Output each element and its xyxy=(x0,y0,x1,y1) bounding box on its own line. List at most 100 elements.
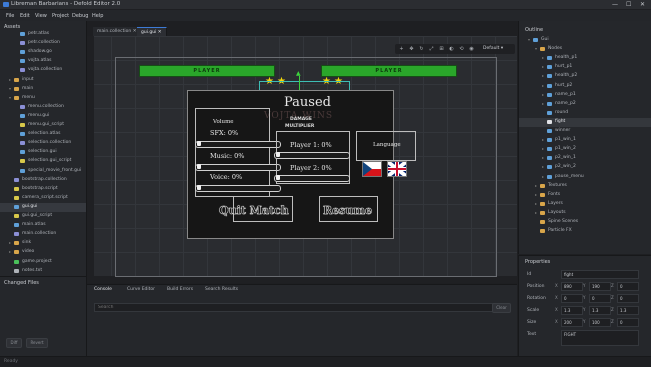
position-z-field[interactable]: 0 xyxy=(617,282,639,291)
collapse-arrow-icon[interactable]: ▸ xyxy=(542,55,544,60)
outline-row[interactable]: ▸ Textures xyxy=(519,182,651,191)
outline-row[interactable]: ▸ hurt_p2 xyxy=(519,82,651,91)
minimize-button[interactable]: — xyxy=(612,1,618,8)
prop-text-field[interactable]: FIGHT xyxy=(561,330,639,346)
collapse-arrow-icon[interactable]: ▸ xyxy=(542,83,544,88)
assets-row[interactable]: petr.atlas xyxy=(0,30,86,39)
tab-build-errors[interactable]: Build Errors xyxy=(167,287,193,292)
outline-row[interactable]: ▸ health_p1 xyxy=(519,54,651,63)
music-slider[interactable] xyxy=(195,164,281,171)
rotation-y-field[interactable]: 0 xyxy=(589,294,611,303)
scale-y-field[interactable]: 1.3 xyxy=(589,306,611,315)
reset-camera-icon[interactable]: ⟲ xyxy=(458,46,465,52)
collapse-arrow-icon[interactable]: ▸ xyxy=(535,192,537,197)
sfx-slider-knob[interactable] xyxy=(197,141,201,146)
tab-curve-editor[interactable]: Curve Editor xyxy=(127,287,155,292)
assets-row[interactable]: ▾ main xyxy=(0,85,86,94)
assets-row[interactable]: notes.txt xyxy=(0,267,86,276)
assets-row[interactable]: special_movie_front.gui xyxy=(0,167,86,176)
outline-row[interactable]: ▾ Nodes xyxy=(519,45,651,54)
assets-row[interactable]: menu.collection xyxy=(0,103,86,112)
rotation-x-field[interactable]: 0 xyxy=(561,294,583,303)
collapse-arrow-icon[interactable]: ▸ xyxy=(535,183,537,188)
console-search-input[interactable] xyxy=(94,303,496,312)
outline-row[interactable]: ▸ health_p2 xyxy=(519,72,651,81)
visibility-icon[interactable]: ◐ xyxy=(448,46,455,52)
outline-row[interactable]: ▸ p2_win_2 xyxy=(519,163,651,172)
outline-row[interactable]: ▸ name_p1 xyxy=(519,91,651,100)
position-y-field[interactable]: 190 xyxy=(589,282,611,291)
outline-row[interactable]: ▸ p2_win_1 xyxy=(519,154,651,163)
outline-row[interactable]: ▸ p1_win_1 xyxy=(519,136,651,145)
assets-row[interactable]: gui.gui xyxy=(0,202,86,212)
assets-row[interactable]: petr.collection xyxy=(0,39,86,48)
add-icon[interactable]: + xyxy=(398,46,405,52)
collapse-arrow-icon[interactable]: ▸ xyxy=(535,210,537,215)
assets-row[interactable]: gui.gui_script xyxy=(0,212,86,221)
camera-icon[interactable]: ◉ xyxy=(468,46,475,52)
grid-icon[interactable]: ⊞ xyxy=(438,46,445,52)
outline-row[interactable]: ▸ Fonts xyxy=(519,191,651,200)
assets-row[interactable]: ▾ menu xyxy=(0,94,86,103)
collapse-arrow-icon[interactable]: ▸ xyxy=(542,73,544,78)
assets-row[interactable]: selection.collection xyxy=(0,139,86,148)
expand-arrow-icon[interactable]: ▾ xyxy=(9,86,11,91)
collapse-arrow-icon[interactable]: ▸ xyxy=(542,146,544,151)
menu-file[interactable]: File xyxy=(6,13,14,19)
assets-row[interactable]: shadow.go xyxy=(0,48,86,57)
outline-row[interactable]: ▸ Layouts xyxy=(519,209,651,218)
collapse-arrow-icon[interactable]: ▸ xyxy=(542,155,544,160)
outline-row[interactable]: Spine Scenes xyxy=(519,218,651,227)
collapse-arrow-icon[interactable]: ▸ xyxy=(9,77,11,82)
size-x-field[interactable]: 200 xyxy=(561,318,583,327)
position-x-field[interactable]: 890 xyxy=(561,282,583,291)
collapse-arrow-icon[interactable]: ▸ xyxy=(542,174,544,179)
assets-row[interactable]: main.atlas xyxy=(0,221,86,230)
outline-row[interactable]: ▸ pause_menu xyxy=(519,173,651,182)
outline-row[interactable]: ▸ p1_win_2 xyxy=(519,145,651,154)
menu-debug[interactable]: Debug xyxy=(72,13,88,19)
voice-slider-knob[interactable] xyxy=(197,185,201,190)
resume-button[interactable]: Resume xyxy=(323,204,372,218)
menu-view[interactable]: View xyxy=(35,13,47,19)
menu-help[interactable]: Help xyxy=(92,13,103,19)
collapse-arrow-icon[interactable]: ▸ xyxy=(542,137,544,142)
outline-row[interactable]: Particle FX xyxy=(519,227,651,236)
czech-flag-icon[interactable] xyxy=(362,161,382,177)
expand-arrow-icon[interactable]: ▾ xyxy=(535,46,537,51)
layout-dropdown[interactable]: Default ▾ xyxy=(483,46,503,51)
outline-row[interactable]: ▾ Gui xyxy=(519,36,651,45)
uk-flag-icon[interactable] xyxy=(387,161,407,177)
quit-match-button[interactable]: Quit Match xyxy=(219,204,289,218)
scale-z-field[interactable]: 1.3 xyxy=(617,306,639,315)
size-y-field[interactable]: 100 xyxy=(589,318,611,327)
tab-search-results[interactable]: Search Results xyxy=(205,287,238,292)
assets-row[interactable]: vojta.atlas xyxy=(0,57,86,66)
expand-arrow-icon[interactable]: ▾ xyxy=(9,95,11,100)
menu-project[interactable]: Project xyxy=(52,13,69,19)
rotation-z-field[interactable]: 0 xyxy=(617,294,639,303)
diff-button[interactable]: Diff xyxy=(6,338,22,348)
scale-tool-icon[interactable]: ⤢ xyxy=(428,46,435,52)
outline-row[interactable]: ▸ hurt_p1 xyxy=(519,63,651,72)
player1-damage-slider[interactable] xyxy=(274,152,350,159)
health-bar-p1[interactable]: PLAYER xyxy=(139,65,275,77)
voice-slider[interactable] xyxy=(195,185,281,192)
size-z-field[interactable]: 0 xyxy=(617,318,639,327)
clear-console-button[interactable]: Clear xyxy=(492,303,511,313)
assets-row[interactable]: ▸ video xyxy=(0,248,86,257)
outline-row[interactable]: fight xyxy=(519,117,651,127)
rotate-tool-icon[interactable]: ↻ xyxy=(418,46,425,52)
assets-row[interactable]: selection.atlas xyxy=(0,130,86,139)
scene-view[interactable]: + ✥ ↻ ⤢ ⊞ ◐ ⟲ ◉ Default ▾ PLAYER PLAYER … xyxy=(87,36,517,283)
music-slider-knob[interactable] xyxy=(197,164,201,169)
expand-arrow-icon[interactable]: ▾ xyxy=(528,37,530,42)
gizmo-arrow-up-icon[interactable]: ▲ xyxy=(296,70,301,77)
assets-row[interactable]: ▸ sink xyxy=(0,239,86,248)
outline-row[interactable]: round xyxy=(519,109,651,118)
collapse-arrow-icon[interactable]: ▸ xyxy=(542,64,544,69)
collapse-arrow-icon[interactable]: ▸ xyxy=(542,101,544,106)
collapse-arrow-icon[interactable]: ▸ xyxy=(535,201,537,206)
tab-console[interactable]: Console xyxy=(94,287,112,292)
revert-button[interactable]: Revert xyxy=(26,338,48,348)
